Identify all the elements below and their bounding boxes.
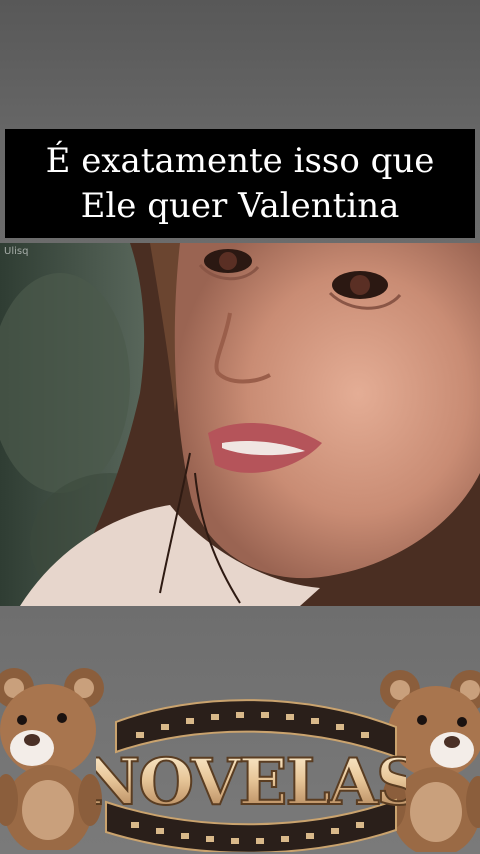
top-background (0, 0, 480, 130)
video-still (0, 243, 480, 606)
novelas-logo: NOVELAS (96, 699, 406, 852)
logo-text: NOVELAS (96, 745, 406, 820)
caption-line-2: Ele quer Valentina (80, 186, 400, 226)
caption-line-1: É exatamente isso que (45, 141, 435, 181)
video-frame[interactable] (0, 243, 480, 606)
subtitle-caption: É exatamente isso que Ele quer Valentina (5, 129, 475, 238)
channel-watermark: Ulisq (4, 246, 29, 257)
teddy-bear-icon (0, 668, 104, 850)
